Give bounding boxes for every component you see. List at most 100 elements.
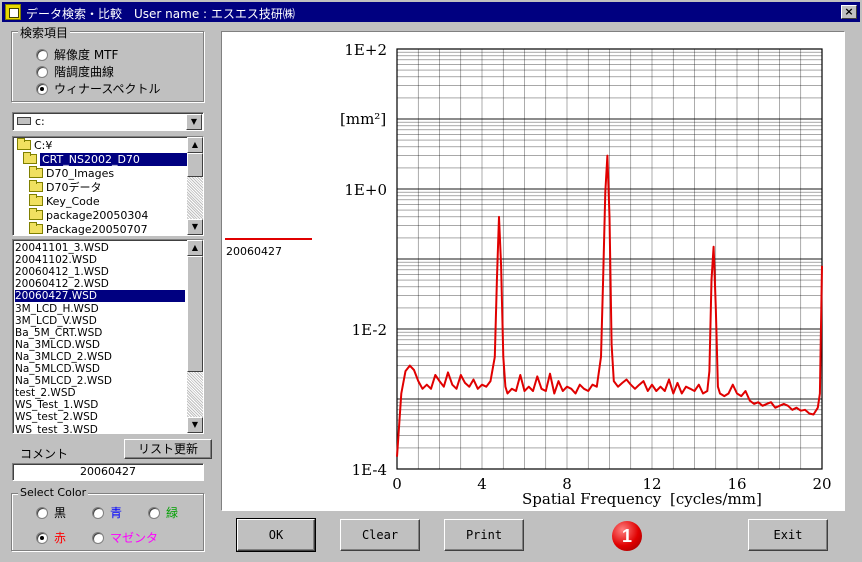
y-axis-label: [mm²] — [340, 110, 386, 128]
drive-select-value: c: — [35, 115, 45, 128]
x-axis-label: Spatial Frequency — [522, 490, 662, 508]
title-bar: データ検索・比較 User name : エスエス技研㈱ × — [2, 2, 860, 22]
refresh-list-button[interactable]: リスト更新 — [124, 439, 212, 459]
radio-gradation-dot[interactable] — [36, 65, 48, 78]
scroll-down-arrow-icon[interactable]: ▼ — [187, 219, 203, 235]
y-tick-label: 1E+2 — [344, 41, 387, 59]
radio-gradation-curve[interactable]: 階調度曲線 — [36, 63, 114, 80]
file-list-item-selected[interactable]: 20060427.WSD — [15, 290, 185, 303]
radio-mtf-label: 解像度 MTF — [54, 48, 119, 62]
dir-item[interactable]: C:¥ — [17, 138, 52, 152]
dir-item[interactable]: D70_Images — [29, 166, 114, 180]
dir-item[interactable]: Package20050707 — [29, 222, 148, 236]
color-radio-black-label: 黒 — [54, 506, 67, 520]
spectrum-chart: 1E-41E-21E+01E+20 4 8 12 16 20[mm²]Spatial Fr… — [225, 41, 832, 508]
comment-field[interactable]: 20060427 — [12, 463, 204, 481]
scroll-thumb[interactable] — [187, 153, 203, 177]
x-tick-label: 20 — [812, 475, 831, 493]
folder-icon — [29, 222, 43, 234]
color-radio-red-label: 赤 — [54, 531, 67, 545]
scroll-up-arrow-icon[interactable]: ▲ — [187, 240, 203, 256]
radio-gradation-label: 階調度曲線 — [54, 65, 115, 79]
ok-button[interactable]: OK — [236, 518, 316, 552]
color-radio-magenta-label: マゼンタ — [110, 531, 159, 545]
file-list-item[interactable]: 3M_LCD_V.WSD — [15, 315, 185, 327]
file-list-item[interactable]: Na_3MLCD_2.WSD — [15, 351, 185, 363]
color-radio-blue[interactable]: 青 — [92, 504, 122, 521]
drive-select[interactable]: c: ▼ — [12, 112, 204, 131]
file-list-item[interactable]: Ba_5M_CRT.WSD — [15, 327, 185, 339]
folder-icon — [29, 180, 43, 192]
file-list-item[interactable]: 3M_LCD_H.WSD — [15, 303, 185, 315]
directory-scrollbar[interactable]: ▲ ▼ — [187, 137, 203, 235]
color-radio-magenta[interactable]: マゼンタ — [92, 529, 158, 546]
file-list-item[interactable]: 20041102.WSD — [15, 254, 185, 266]
main-window: データ検索・比較 User name : エスエス技研㈱ × 検索項目 解像度 … — [0, 0, 862, 562]
dir-item-label: C:¥ — [34, 138, 53, 152]
dir-item-label: Key_Code — [46, 194, 100, 208]
file-list-item[interactable]: WS_Test_1.WSD — [15, 399, 185, 411]
radio-wiener-spectrum[interactable]: ウィナースペクトル — [36, 80, 161, 97]
file-list-item[interactable]: 20060412_2.WSD — [15, 278, 185, 290]
status-badge-icon: 1 — [612, 521, 642, 551]
color-radio-black-dot[interactable] — [36, 506, 48, 519]
color-radio-red-dot[interactable] — [36, 531, 48, 544]
clear-button[interactable]: Clear — [340, 519, 420, 551]
comment-label: コメント — [20, 447, 69, 461]
file-list-item[interactable]: Na_5MLCD.WSD — [15, 363, 185, 375]
radio-wiener-label: ウィナースペクトル — [54, 82, 161, 96]
color-radio-green[interactable]: 緑 — [148, 504, 178, 521]
drive-icon — [17, 117, 31, 125]
x-axis-unit: [cycles/mm] — [670, 490, 762, 508]
scroll-down-arrow-icon[interactable]: ▼ — [187, 417, 203, 433]
scroll-thumb[interactable] — [187, 256, 203, 372]
dir-item-selected[interactable]: CRT_NS2002_D70 — [23, 152, 190, 166]
x-tick-label: 4 — [477, 475, 487, 493]
file-list-item[interactable]: Na_5MLCD_2.WSD — [15, 375, 185, 387]
file-list-item[interactable]: 20060412_1.WSD — [15, 266, 185, 278]
legend-label: 20060427 — [226, 245, 282, 258]
dir-item-label: Package20050707 — [46, 222, 148, 236]
open-folder-icon — [23, 152, 37, 164]
scroll-up-arrow-icon[interactable]: ▲ — [187, 137, 203, 153]
color-radio-blue-dot[interactable] — [92, 506, 104, 519]
y-tick-label: 1E-2 — [352, 321, 387, 339]
radio-mtf-dot[interactable] — [36, 48, 48, 61]
search-item-group: 検索項目 解像度 MTF 階調度曲線 ウィナースペクトル — [11, 24, 204, 102]
file-list-item[interactable]: test_2.WSD — [15, 387, 185, 399]
file-list-item[interactable]: WS_test_2.WSD — [15, 411, 185, 423]
search-item-group-label: 検索項目 — [18, 24, 71, 41]
directory-list[interactable]: C:¥ CRT_NS2002_D70 D70_Images D70データ Key… — [12, 136, 204, 236]
print-button[interactable]: Print — [444, 519, 524, 551]
select-color-group: Select Color 黒 青 緑 赤 マゼンタ — [11, 486, 204, 551]
color-radio-black[interactable]: 黒 — [36, 504, 66, 521]
dir-item[interactable]: D70データ — [29, 180, 101, 194]
file-scrollbar[interactable]: ▲ ▼ — [187, 240, 203, 433]
dir-item-label: package20050304 — [46, 208, 149, 222]
folder-icon — [29, 194, 43, 206]
folder-icon — [29, 166, 43, 178]
file-list[interactable]: 20041101_3.WSD 20041102.WSD 20060412_1.WSD… — [12, 239, 204, 434]
radio-wiener-dot[interactable] — [36, 82, 48, 95]
file-list-item[interactable]: 20041101_3.WSD — [15, 242, 185, 254]
select-color-group-label: Select Color — [18, 486, 89, 499]
radio-mtf[interactable]: 解像度 MTF — [36, 46, 118, 63]
file-list-item[interactable]: WS_test_3.WSD — [15, 424, 185, 434]
dir-item-label: D70_Images — [46, 166, 115, 180]
color-radio-red[interactable]: 赤 — [36, 529, 66, 546]
dir-item[interactable]: Key_Code — [29, 194, 100, 208]
app-icon — [5, 4, 21, 20]
file-list-item[interactable]: Na_3MLCD.WSD — [15, 339, 185, 351]
color-radio-green-dot[interactable] — [148, 506, 160, 519]
exit-button[interactable]: Exit — [748, 519, 828, 551]
window-title: データ検索・比較 User name : エスエス技研㈱ — [26, 7, 295, 21]
drive-dropdown-button[interactable]: ▼ — [186, 114, 202, 130]
color-radio-green-label: 緑 — [166, 506, 179, 520]
open-folder-icon — [17, 138, 31, 150]
dir-item[interactable]: package20050304 — [29, 208, 148, 222]
close-button[interactable]: × — [841, 5, 857, 19]
dir-item-label: CRT_NS2002_D70 — [40, 152, 190, 166]
dir-item-label: D70データ — [46, 181, 102, 194]
color-radio-magenta-dot[interactable] — [92, 531, 104, 544]
color-radio-blue-label: 青 — [110, 506, 123, 520]
